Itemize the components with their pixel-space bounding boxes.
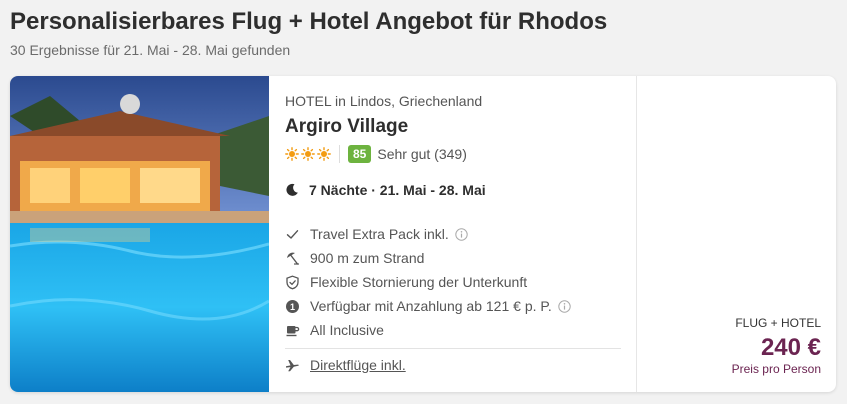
- price-value[interactable]: 240 €: [761, 334, 821, 362]
- duration-text: 7 Nächte · 21. Mai - 28. Mai: [309, 182, 486, 198]
- beach-umbrella-icon: [287, 252, 299, 265]
- svg-text:1: 1: [290, 302, 295, 312]
- rating-text[interactable]: Sehr gut (349): [377, 146, 467, 162]
- feature-text: 900 m zum Strand: [310, 250, 425, 266]
- info-icon[interactable]: [558, 299, 571, 313]
- check-icon: [286, 229, 299, 239]
- deposit-icon: 1: [286, 299, 299, 313]
- feature-text: Flexible Stornierung der Unterkunft: [310, 274, 528, 290]
- feature-item: Flexible Stornierung der Unterkunft: [285, 270, 571, 294]
- star-rating: [285, 147, 331, 161]
- offer-card[interactable]: HOTEL in Lindos, Griechenland Argiro Vil…: [10, 76, 836, 392]
- feature-item: 1 Verfügbar mit Anzahlung ab 121 € p. P.: [285, 294, 571, 318]
- divider: [285, 348, 621, 349]
- direct-flights-link[interactable]: Direktflüge inkl.: [310, 357, 406, 373]
- feature-text: Verfügbar mit Anzahlung ab 121 € p. P.: [310, 298, 552, 314]
- hotel-location: HOTEL in Lindos, Griechenland: [285, 93, 483, 109]
- feature-item: 900 m zum Strand: [285, 246, 571, 270]
- rating-divider: [339, 145, 340, 163]
- feature-text: All Inclusive: [310, 322, 384, 338]
- shield-check-icon: [286, 275, 299, 289]
- duration-row: 7 Nächte · 21. Mai - 28. Mai: [285, 182, 486, 198]
- offer-details: HOTEL in Lindos, Griechenland Argiro Vil…: [285, 76, 636, 392]
- hotel-name[interactable]: Argiro Village: [285, 116, 408, 138]
- moon-icon: [286, 183, 298, 196]
- feature-list: Travel Extra Pack inkl. 900 m zum Strand…: [285, 222, 571, 342]
- coffee-cup-icon: [286, 325, 300, 336]
- feature-item: Travel Extra Pack inkl.: [285, 222, 571, 246]
- rating-row: 85 Sehr gut (349): [285, 144, 467, 164]
- score-badge: 85: [348, 145, 372, 163]
- price-panel[interactable]: FLUG + HOTEL 240 € Preis pro Person: [636, 76, 836, 392]
- feature-text: Travel Extra Pack inkl.: [310, 226, 449, 242]
- price-note: Preis pro Person: [731, 362, 821, 376]
- price-type-label: FLUG + HOTEL: [735, 316, 821, 330]
- feature-item: All Inclusive: [285, 318, 571, 342]
- star-icon: [317, 147, 331, 161]
- star-icon: [285, 147, 299, 161]
- info-icon[interactable]: [455, 227, 468, 241]
- hotel-photo[interactable]: [10, 76, 269, 392]
- page-title: Personalisierbares Flug + Hotel Angebot …: [10, 8, 608, 35]
- flight-row: Direktflüge inkl.: [285, 357, 406, 373]
- airplane-icon: [286, 359, 299, 371]
- results-count: 30 Ergebnisse für 21. Mai - 28. Mai gefu…: [10, 42, 291, 58]
- star-icon: [301, 147, 315, 161]
